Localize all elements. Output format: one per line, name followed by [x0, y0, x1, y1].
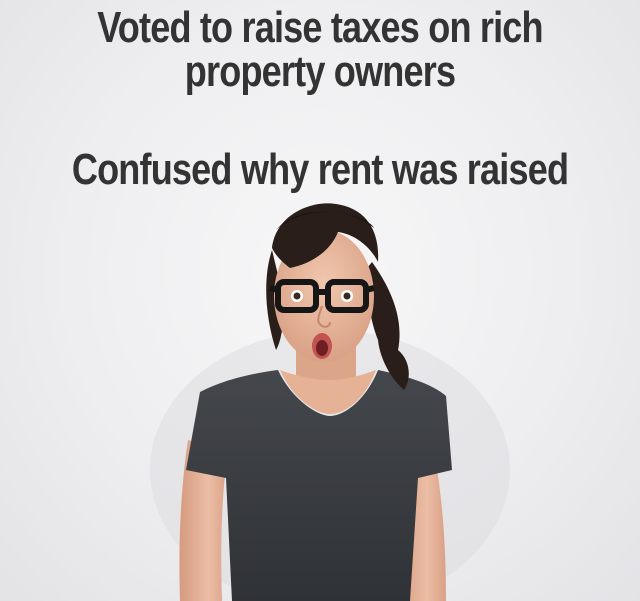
caption-top: Voted to raise taxes on rich property ow…	[58, 6, 583, 94]
caption-top-line1: Voted to raise taxes on rich	[97, 3, 543, 52]
caption-bottom: Confused why rent was raised	[71, 145, 569, 194]
caption-top-line2: property owners	[184, 47, 456, 96]
meme-image: Voted to raise taxes on rich property ow…	[0, 0, 640, 601]
